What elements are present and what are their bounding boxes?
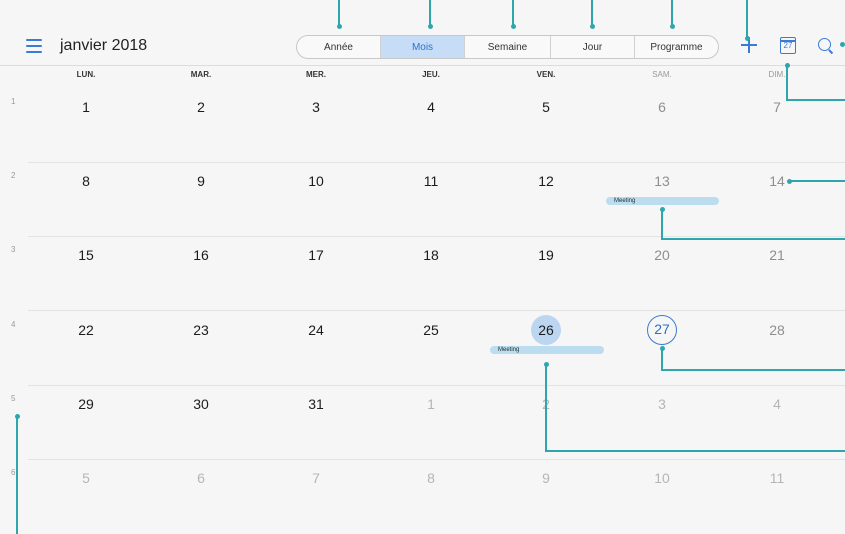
day-cell[interactable]: 31 [301, 389, 331, 419]
day-cell-next-month[interactable]: 6 [186, 463, 216, 493]
weekday-label: LUN. [76, 70, 96, 79]
hamburger-menu-icon[interactable] [26, 39, 44, 53]
day-cell[interactable]: 25 [416, 315, 446, 345]
callout-line [786, 65, 788, 100]
day-cell[interactable]: 30 [186, 389, 216, 419]
day-cell-next-month[interactable]: 9 [531, 463, 561, 493]
day-cell[interactable]: 20 [647, 240, 677, 270]
view-tabs: Année Mois Semaine Jour Programme [296, 35, 719, 59]
day-cell[interactable]: 3 [301, 92, 331, 122]
weekday-label: SAM. [652, 70, 672, 79]
callout-dot [589, 23, 595, 29]
calendar-today-icon[interactable]: 27 [780, 37, 796, 54]
day-cell[interactable]: 9 [186, 166, 216, 196]
week-row: 1 1 2 3 4 5 6 7 [0, 89, 845, 163]
weekday-label: JEU. [422, 70, 440, 79]
day-cell[interactable]: 28 [762, 315, 792, 345]
callout-line [338, 0, 340, 26]
tab-week[interactable]: Semaine [465, 36, 551, 58]
tab-agenda[interactable]: Programme [635, 36, 718, 58]
callout-line [545, 450, 845, 452]
callout-line [661, 369, 845, 371]
day-cell[interactable]: 22 [71, 315, 101, 345]
day-cell-next-month[interactable]: 11 [762, 463, 792, 493]
callout-dot [510, 23, 516, 29]
day-cell-next-month[interactable]: 7 [301, 463, 331, 493]
day-cell[interactable]: 19 [531, 240, 561, 270]
header-bar: janvier 2018 Année Mois Semaine Jour Pro… [0, 26, 845, 66]
day-cell-next-month[interactable]: 4 [762, 389, 792, 419]
callout-line [746, 0, 748, 38]
selected-day-cell[interactable]: 26 [531, 315, 561, 345]
callout-line [661, 238, 845, 240]
week-number: 2 [11, 171, 16, 180]
day-cell[interactable]: 13 [647, 166, 677, 196]
callout-line [16, 416, 18, 534]
callout-line [661, 209, 663, 239]
weekday-label: MAR. [190, 70, 212, 79]
day-cell[interactable]: 4 [416, 92, 446, 122]
callout-line [671, 0, 673, 26]
callout-line [429, 0, 431, 26]
day-cell[interactable]: 10 [301, 166, 331, 196]
week-row: 5 29 30 31 1 2 3 4 [0, 386, 845, 460]
callout-line [512, 0, 514, 26]
day-cell-next-month[interactable]: 8 [416, 463, 446, 493]
tab-year[interactable]: Année [297, 36, 381, 58]
day-cell[interactable]: 29 [71, 389, 101, 419]
day-cell[interactable]: 2 [186, 92, 216, 122]
week-row: 4 22 23 24 25 26 27 28 Meeting [0, 312, 845, 386]
day-cell[interactable]: 1 [71, 92, 101, 122]
tab-month[interactable]: Mois [381, 36, 465, 58]
weekday-label: MER. [306, 70, 326, 79]
callout-dot [336, 23, 342, 29]
callout-dot [669, 23, 675, 29]
today-icon-number: 27 [783, 41, 793, 50]
day-cell[interactable]: 17 [301, 240, 331, 270]
week-number: 6 [11, 468, 16, 477]
day-cell[interactable]: 21 [762, 240, 792, 270]
weekday-header: LUN. MAR. MER. JEU. VEN. SAM. DIM. [28, 70, 845, 86]
day-cell[interactable]: 18 [416, 240, 446, 270]
week-row: 6 5 6 7 8 9 10 11 [0, 460, 845, 534]
day-cell[interactable]: 16 [186, 240, 216, 270]
week-row: 3 15 16 17 18 19 20 21 [0, 237, 845, 311]
callout-line [789, 180, 845, 182]
today-day-cell[interactable]: 27 [647, 315, 677, 345]
weekday-label: VEN. [536, 70, 556, 79]
day-cell[interactable]: 24 [301, 315, 331, 345]
day-cell[interactable]: 23 [186, 315, 216, 345]
event-bar[interactable]: Meeting [606, 197, 719, 205]
day-cell[interactable]: 12 [531, 166, 561, 196]
weekday-label: DIM. [768, 70, 786, 79]
callout-dot [744, 35, 750, 41]
tab-day[interactable]: Jour [551, 36, 635, 58]
day-cell[interactable]: 8 [71, 166, 101, 196]
callout-line [786, 99, 845, 101]
week-number: 3 [11, 245, 16, 254]
day-cell[interactable]: 5 [531, 92, 561, 122]
search-icon[interactable] [818, 38, 831, 51]
callout-dot [839, 41, 845, 47]
day-cell-next-month[interactable]: 3 [647, 389, 677, 419]
week-row: 2 8 9 10 11 12 13 14 Meeting [0, 163, 845, 237]
week-number: 1 [11, 97, 16, 106]
week-number: 5 [11, 394, 16, 403]
day-cell[interactable]: 6 [647, 92, 677, 122]
day-cell[interactable]: 11 [416, 166, 446, 196]
callout-dot [427, 23, 433, 29]
week-number: 4 [11, 320, 16, 329]
callout-line [661, 348, 663, 370]
row-divider [28, 310, 845, 311]
month-title: janvier 2018 [60, 37, 148, 54]
day-cell[interactable]: 15 [71, 240, 101, 270]
callout-line [545, 364, 547, 451]
event-bar[interactable]: Meeting [490, 346, 604, 354]
day-cell-next-month[interactable]: 5 [71, 463, 101, 493]
calendar-app: janvier 2018 Année Mois Semaine Jour Pro… [0, 0, 845, 534]
day-cell-next-month[interactable]: 10 [647, 463, 677, 493]
callout-line [591, 0, 593, 26]
day-cell-next-month[interactable]: 1 [416, 389, 446, 419]
